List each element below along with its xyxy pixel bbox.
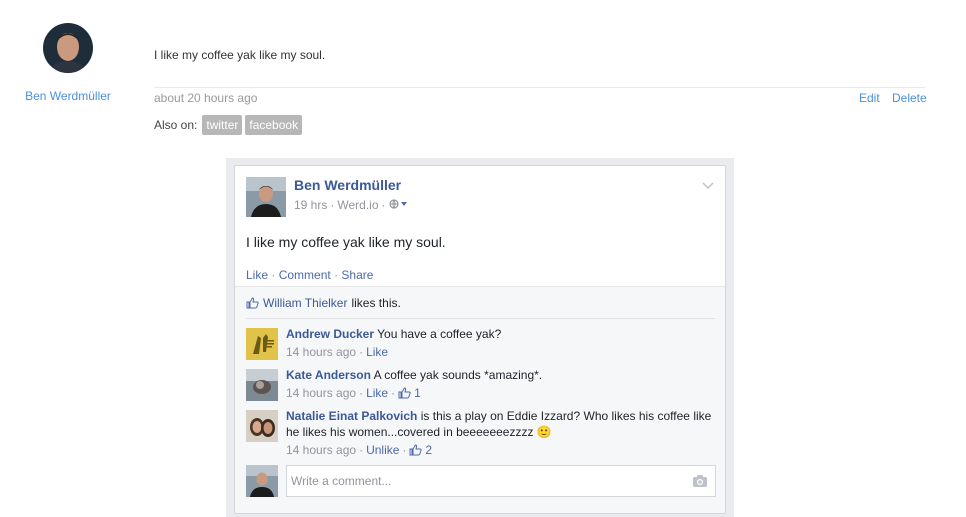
- fb-post-meta: 19 hrs · Werd.io ·: [294, 198, 409, 212]
- comment-author[interactable]: Natalie Einat Palkovich: [286, 409, 417, 423]
- smile-emoji: 🙂: [536, 425, 552, 439]
- likes-suffix: likes this.: [351, 296, 401, 310]
- comment-body: Natalie Einat Palkovich is this a play o…: [286, 408, 716, 458]
- likes-divider: [246, 318, 715, 319]
- comment-like-action[interactable]: Like: [366, 385, 388, 401]
- comment-time[interactable]: 14 hours ago: [286, 442, 356, 458]
- comment-input[interactable]: [286, 465, 716, 497]
- thumbs-up-icon: [409, 444, 423, 456]
- current-user-avatar: [246, 465, 278, 497]
- commenter-avatar[interactable]: [246, 328, 278, 360]
- post-timestamp[interactable]: about 20 hours ago: [154, 91, 257, 105]
- comment-body: Kate Anderson A coffee yak sounds *amazi…: [286, 367, 716, 401]
- author-avatar[interactable]: [43, 23, 93, 73]
- comment-body: Andrew Ducker You have a coffee yak? 14 …: [286, 326, 716, 360]
- comment-meta: 14 hours ago · Like · 1: [286, 385, 421, 401]
- chevron-down-icon[interactable]: [701, 180, 715, 190]
- fb-author-name[interactable]: Ben Werdmüller: [294, 177, 401, 193]
- fb-author-avatar[interactable]: [246, 177, 286, 217]
- comment-time[interactable]: 14 hours ago: [286, 344, 356, 360]
- author-name-link[interactable]: Ben Werdmüller: [20, 89, 116, 104]
- syndication-tag-facebook[interactable]: facebook: [245, 115, 303, 135]
- also-on-label: Also on:: [154, 118, 198, 132]
- commenter-avatar[interactable]: [246, 410, 278, 442]
- thumbs-up-icon: [398, 387, 411, 399]
- fb-share-action[interactable]: Share: [341, 268, 373, 282]
- fb-post-source[interactable]: Werd.io: [337, 198, 378, 212]
- comment-text: A coffee yak sounds *amazing*.: [373, 368, 543, 382]
- comment-meta: 14 hours ago · Like: [286, 344, 389, 360]
- fb-like-action[interactable]: Like: [246, 268, 268, 282]
- comment-unlike-action[interactable]: Unlike: [366, 442, 399, 458]
- post-body: I like my coffee yak like my soul.: [154, 48, 326, 62]
- fb-post-actions: Like · Comment · Share: [246, 268, 374, 282]
- syndication-tag-twitter[interactable]: twitter: [202, 115, 243, 135]
- likes-row: William Thielker likes this.: [246, 296, 401, 310]
- comment-like-count[interactable]: 1: [414, 385, 421, 401]
- comment-like-count[interactable]: 2: [425, 442, 432, 458]
- comment-like-action[interactable]: Like: [366, 344, 388, 360]
- fb-comment-action[interactable]: Comment: [279, 268, 331, 282]
- thumbs-up-icon: [246, 297, 259, 309]
- comment-time[interactable]: 14 hours ago: [286, 385, 356, 401]
- fb-post-text: I like my coffee yak like my soul.: [246, 234, 446, 250]
- fb-social-section: William Thielker likes this. Andrew Duck…: [235, 286, 725, 513]
- write-comment-row: [246, 465, 716, 499]
- camera-icon[interactable]: [692, 474, 708, 488]
- globe-icon[interactable]: [388, 198, 409, 212]
- comment-author[interactable]: Andrew Ducker: [286, 327, 374, 341]
- commenter-avatar[interactable]: [246, 369, 278, 401]
- post-divider: [154, 87, 925, 88]
- comment-author[interactable]: Kate Anderson: [286, 368, 371, 382]
- facebook-post-card: Ben Werdmüller 19 hrs · Werd.io · I like…: [234, 165, 726, 514]
- facebook-embed: Ben Werdmüller 19 hrs · Werd.io · I like…: [226, 158, 734, 517]
- comment-meta: 14 hours ago · Unlike · 2: [286, 442, 433, 458]
- edit-link[interactable]: Edit: [859, 91, 880, 105]
- comment-text: You have a coffee yak?: [377, 327, 502, 341]
- fb-post-time[interactable]: 19 hrs: [294, 198, 327, 212]
- also-on-row: Also on: twitter facebook: [154, 114, 305, 136]
- delete-link[interactable]: Delete: [892, 91, 927, 105]
- liker-name[interactable]: William Thielker: [263, 296, 347, 310]
